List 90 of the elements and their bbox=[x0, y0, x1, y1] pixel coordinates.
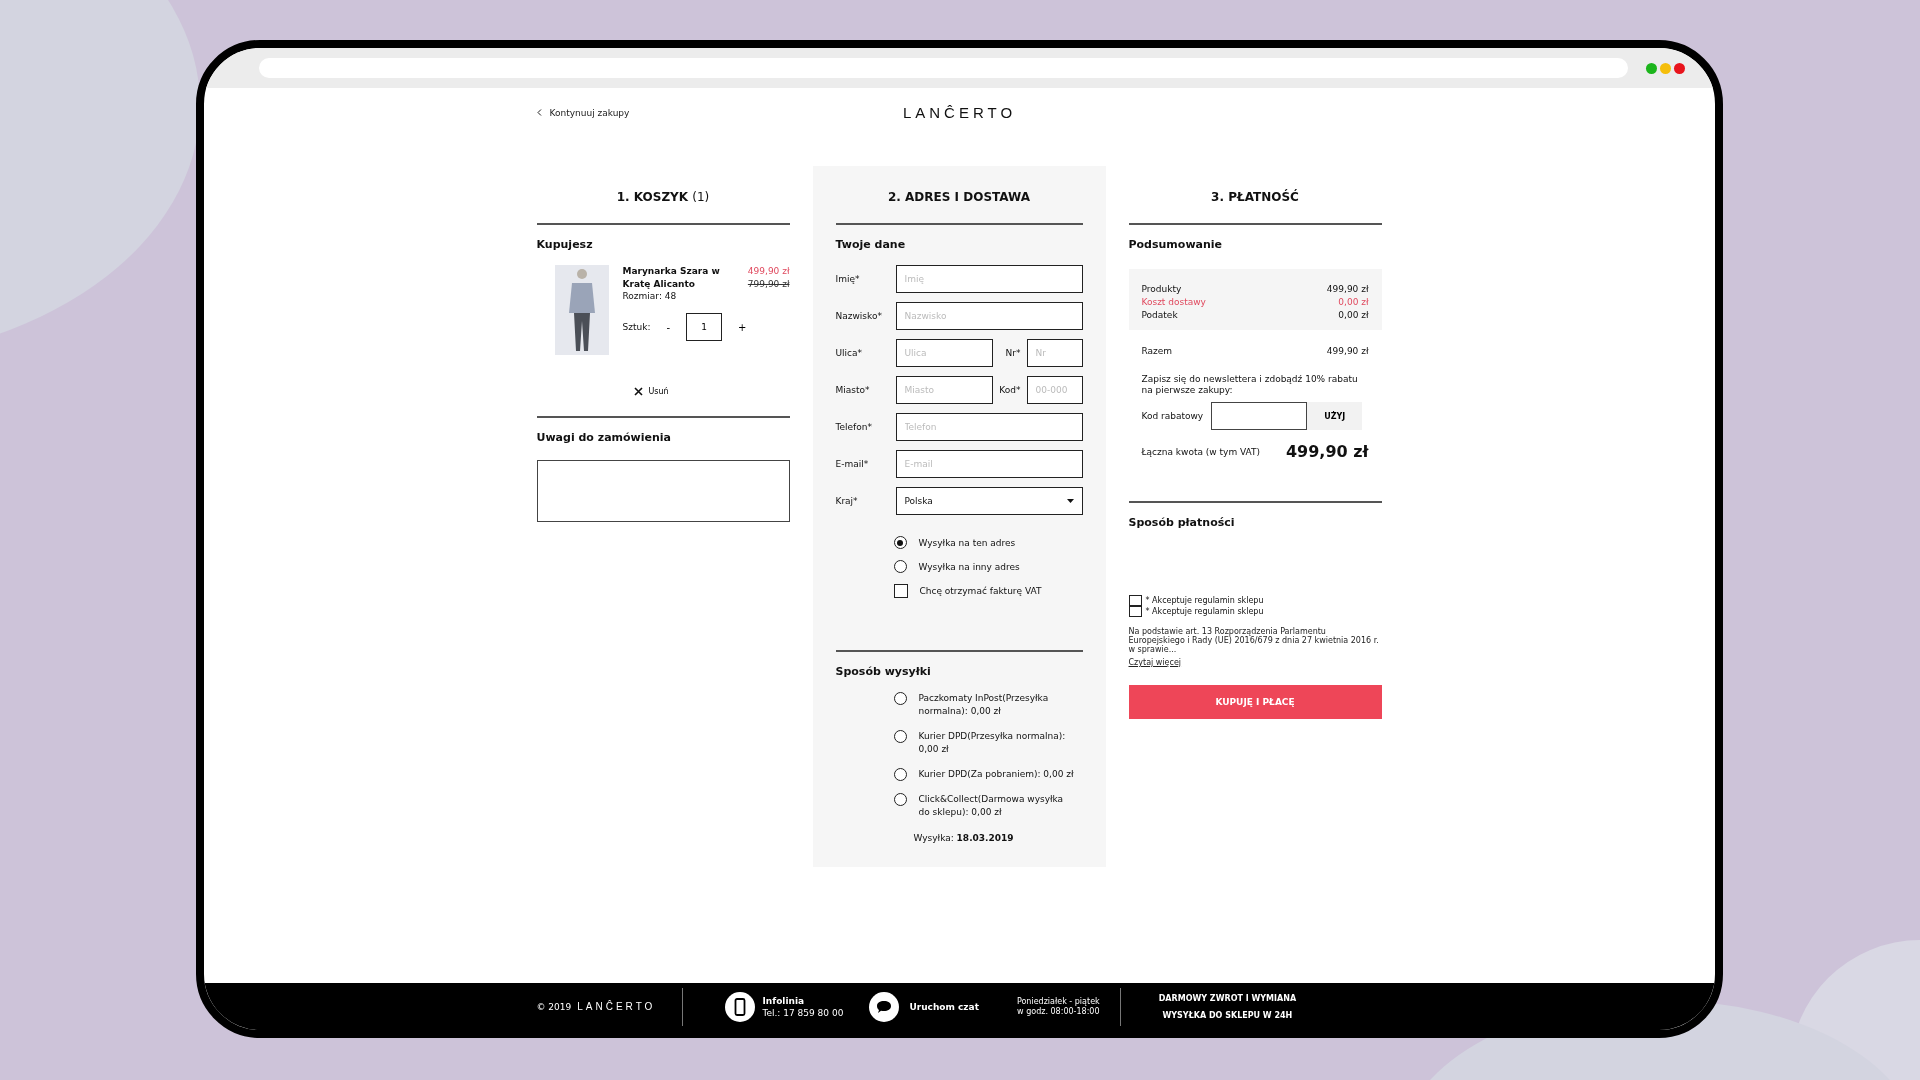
quantity-label: Sztuk: bbox=[622, 322, 651, 332]
section-title: Kupujesz bbox=[536, 238, 594, 251]
close-icon bbox=[633, 387, 643, 396]
benefit-text: WYSYŁKA DO SKLEPU W 24H bbox=[1162, 1010, 1293, 1020]
total-amount: 499,90 zł bbox=[1285, 442, 1369, 461]
field-label: Imię* bbox=[835, 274, 861, 284]
radio-button[interactable] bbox=[893, 768, 907, 781]
hotline-phone: Tel.: 17 859 80 00 bbox=[762, 1006, 844, 1019]
summary-label: Produkty bbox=[1141, 284, 1182, 294]
hotline-title: Infolinia bbox=[762, 994, 806, 1007]
summary-label: Koszt dostawy bbox=[1141, 297, 1206, 307]
input-field[interactable]: 00-000 bbox=[1026, 376, 1083, 404]
total-label: Łączna kwota (w tym VAT) bbox=[1141, 446, 1261, 457]
checkbox[interactable] bbox=[1128, 606, 1142, 617]
country-select[interactable]: Polska bbox=[895, 487, 1083, 515]
discount-label: Kod rabatowy bbox=[1141, 411, 1204, 421]
section-title: Twoje dane bbox=[835, 238, 907, 251]
field-label: Kod* bbox=[998, 385, 1022, 395]
field-label: E-mail* bbox=[835, 459, 870, 469]
input-field[interactable]: Imię bbox=[895, 265, 1083, 293]
newsletter-text: Zapisz się do newslettera i zdobądź 10% rabatu na pierwsze zakupy: bbox=[1141, 374, 1359, 396]
window-control[interactable] bbox=[1674, 62, 1685, 74]
product-name: Marynarka Szara w Kratę Alicanto bbox=[622, 265, 721, 291]
field-label: Nazwisko* bbox=[835, 311, 883, 321]
field-label: Nr* bbox=[1004, 348, 1022, 358]
logo: LANĈERTO bbox=[902, 104, 1017, 121]
field-label: Ulica* bbox=[835, 348, 864, 358]
discount-field[interactable] bbox=[1211, 402, 1308, 430]
benefit-text: DARMOWY ZWROT I WYMIANA bbox=[1158, 993, 1297, 1003]
summary-value: 499,90 zł bbox=[1326, 284, 1369, 294]
field-label: Telefon* bbox=[835, 422, 873, 432]
radio-button[interactable] bbox=[893, 730, 907, 743]
caret-icon bbox=[1066, 499, 1074, 503]
product-size: Rozmiar: 48 bbox=[622, 291, 678, 301]
shipping-option-label: Kurier DPD(Za pobraniem): 0,00 zł bbox=[918, 768, 1075, 781]
old-price: 799,90 zł bbox=[747, 278, 790, 291]
quantity-field[interactable]: 1 bbox=[686, 313, 723, 341]
checkbox[interactable] bbox=[1128, 595, 1142, 606]
input-field[interactable]: Miasto bbox=[895, 376, 993, 404]
input-field[interactable]: Ulica bbox=[895, 339, 993, 367]
notes-field[interactable] bbox=[536, 460, 790, 522]
back-link[interactable]: Kontynuuj zakupy bbox=[536, 107, 630, 118]
section-title: Sposób płatności bbox=[1128, 516, 1236, 529]
field-label: Miasto* bbox=[835, 385, 871, 395]
buy-button[interactable]: KUPUJĘ I PŁACĘ bbox=[1128, 685, 1382, 719]
chevron-left-icon bbox=[536, 109, 542, 116]
summary-label: Razem bbox=[1141, 346, 1173, 356]
copyright: © 2019 bbox=[536, 1001, 572, 1012]
gdpr-text: Na podstawie art. 13 Rozporządzenia Parlamentu Europejskiego i Rady (UE) 2016/679 z dnia 27 kwietnia 2016 r. w sprawie... bbox=[1128, 627, 1380, 654]
shipping-option-label: Paczkomaty InPost(Przesyłka normalna): 0,00 zł bbox=[918, 692, 1050, 718]
phone-icon bbox=[724, 991, 755, 1022]
product-price: 499,90 zł bbox=[747, 265, 790, 278]
step-title: 2. ADRES I DOSTAWA bbox=[835, 190, 1083, 225]
shipping-option-label: Kurier DPD(Przesyłka normalna): 0,00 zł bbox=[918, 730, 1067, 756]
remove-button[interactable]: Usuń bbox=[633, 387, 790, 396]
opening-hours: Poniedziałek - piątek bbox=[1016, 996, 1100, 1007]
logo: LANĈERTO bbox=[577, 1001, 656, 1012]
radio-button[interactable] bbox=[893, 536, 907, 549]
option-label: Wysyłka na inny adres bbox=[918, 561, 1020, 572]
summary-value: 0,00 zł bbox=[1338, 297, 1369, 307]
section-title: Podsumowanie bbox=[1128, 238, 1224, 251]
chat-link[interactable]: Uruchom czat bbox=[909, 1001, 979, 1012]
chat-icon bbox=[869, 991, 900, 1022]
radio-button[interactable] bbox=[893, 692, 907, 705]
terms-label: * Akceptuje regulamin sklepu bbox=[1145, 606, 1264, 617]
read-more-link[interactable]: Czytaj więcej bbox=[1128, 658, 1182, 667]
apply-button[interactable]: UŻYJ bbox=[1307, 402, 1363, 430]
input-field[interactable]: E-mail bbox=[895, 450, 1083, 478]
checkbox[interactable] bbox=[893, 584, 908, 598]
section-title: Uwagi do zamówienia bbox=[536, 431, 672, 444]
terms-label: * Akceptuje regulamin sklepu bbox=[1145, 595, 1264, 606]
step-title: 1. KOSZYK (1) bbox=[536, 190, 790, 225]
section-title: Sposób wysyłki bbox=[835, 665, 932, 678]
summary-value: 0,00 zł bbox=[1338, 310, 1369, 320]
radio-button[interactable] bbox=[893, 793, 907, 806]
field-label: Kraj* bbox=[835, 496, 859, 506]
summary-value: 499,90 zł bbox=[1326, 346, 1369, 356]
step-title: 3. PŁATNOŚĆ bbox=[1128, 190, 1382, 225]
opening-hours: w godz. 08:00-18:00 bbox=[1017, 1006, 1100, 1017]
input-field[interactable]: Nazwisko bbox=[895, 302, 1083, 330]
increase-button[interactable]: + bbox=[736, 321, 749, 333]
option-label: Chcę otrzymać fakturę VAT bbox=[919, 586, 1042, 596]
option-label: Wysyłka na ten adres bbox=[918, 537, 1016, 548]
input-field[interactable]: Telefon bbox=[895, 413, 1083, 441]
input-field[interactable]: Nr bbox=[1026, 339, 1083, 367]
shipping-date: Wysyłka: 18.03.2019 bbox=[913, 833, 1015, 843]
radio-button[interactable] bbox=[893, 560, 907, 573]
shipping-option-label: Click&Collect(Darmowa wysyłka do sklepu): 0,00 zł bbox=[918, 793, 1065, 819]
decrease-button[interactable]: - bbox=[664, 321, 673, 333]
summary-label: Podatek bbox=[1141, 310, 1178, 320]
